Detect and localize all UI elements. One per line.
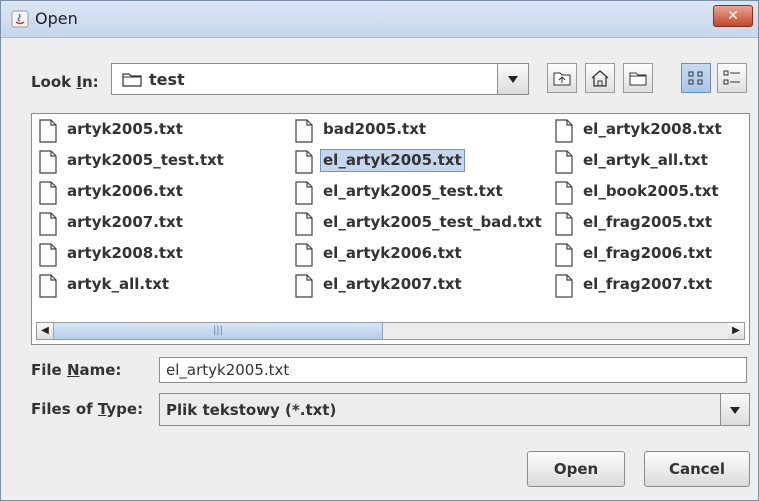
file-type-dropdown-button[interactable] [720, 394, 749, 425]
list-view-button[interactable] [681, 63, 711, 93]
file-name: el_artyk2005_test.txt [323, 182, 503, 200]
file-list[interactable]: artyk2005.txt artyk2005_test.txt artyk20… [31, 113, 750, 345]
chevron-down-icon [730, 407, 740, 414]
look-in-dropdown-button[interactable] [497, 64, 528, 94]
file-type-label: Files of Type: [31, 400, 144, 418]
file-name: el_artyk_all.txt [583, 151, 708, 169]
file-name: artyk_all.txt [67, 275, 170, 293]
file-icon [294, 274, 314, 302]
file-icon [38, 119, 58, 147]
file-name-input[interactable] [159, 357, 747, 383]
file-icon [554, 181, 574, 209]
file-name: el_frag2005.txt [583, 213, 713, 231]
file-name: el_artyk2008.txt [583, 120, 722, 138]
open-dialog: Open ✕ Look In: test artyk2005.txt artyk… [0, 0, 759, 501]
details-view-icon [723, 70, 740, 85]
open-button[interactable]: Open [527, 451, 625, 487]
scrollbar-thumb[interactable]: ||| [53, 323, 383, 339]
scroll-right-button[interactable]: ▶ [728, 323, 744, 339]
file-name: el_book2005.txt [583, 182, 719, 200]
file-name: el_frag2006.txt [583, 244, 713, 262]
up-one-level-button[interactable] [547, 63, 577, 93]
file-name: artyk2005_test.txt [67, 151, 224, 169]
look-in-value: test [149, 70, 185, 89]
file-name: artyk2005.txt [67, 120, 183, 138]
close-button[interactable]: ✕ [713, 5, 753, 27]
file-name: el_artyk2005_test_bad.txt [323, 213, 542, 231]
file-icon [554, 212, 574, 240]
look-in-label: Look In: [31, 73, 99, 91]
java-app-icon [11, 10, 29, 28]
home-icon [591, 70, 609, 87]
arrow-right-icon: ▶ [732, 325, 740, 336]
look-in-combo[interactable]: test [111, 63, 529, 95]
file-name: el_frag2007.txt [583, 275, 713, 293]
file-name: artyk2006.txt [67, 182, 183, 200]
file-icon [294, 212, 314, 240]
file-name: artyk2007.txt [67, 213, 183, 231]
horizontal-scrollbar[interactable]: ◀ ||| ▶ [36, 322, 745, 340]
arrow-left-icon: ◀ [41, 325, 49, 336]
up-folder-icon [553, 72, 571, 86]
list-view-icon [688, 71, 703, 85]
file-name-label: File Name: [31, 361, 122, 379]
file-type-value: Plik tekstowy (*.txt) [166, 401, 337, 419]
new-folder-button[interactable] [623, 63, 653, 93]
file-name: el_artyk2006.txt [323, 244, 462, 262]
file-icon [294, 150, 314, 178]
file-icon [38, 274, 58, 302]
scroll-left-button[interactable]: ◀ [37, 323, 53, 339]
file-icon [294, 119, 314, 147]
file-name: bad2005.txt [323, 120, 427, 138]
file-icon [38, 243, 58, 271]
file-name: el_artyk2005.txt [320, 149, 465, 172]
file-icon [554, 119, 574, 147]
cancel-button[interactable]: Cancel [644, 451, 750, 487]
folder-icon [122, 73, 142, 87]
close-icon: ✕ [727, 8, 739, 24]
file-icon [294, 243, 314, 271]
chevron-down-icon [508, 76, 518, 83]
home-button[interactable] [585, 63, 615, 93]
file-name: el_artyk2007.txt [323, 275, 462, 293]
file-icon [38, 212, 58, 240]
file-name: artyk2008.txt [67, 244, 183, 262]
file-icon [38, 181, 58, 209]
file-icon [554, 274, 574, 302]
grip-icon: ||| [212, 325, 224, 336]
details-view-button[interactable] [717, 63, 747, 93]
file-icon [554, 150, 574, 178]
file-icon [294, 181, 314, 209]
file-icon [38, 150, 58, 178]
window-title: Open [35, 9, 78, 28]
file-type-combo[interactable]: Plik tekstowy (*.txt) [159, 393, 750, 426]
title-bar[interactable]: Open ✕ [1, 1, 758, 38]
file-icon [554, 243, 574, 271]
new-folder-icon [629, 72, 647, 86]
